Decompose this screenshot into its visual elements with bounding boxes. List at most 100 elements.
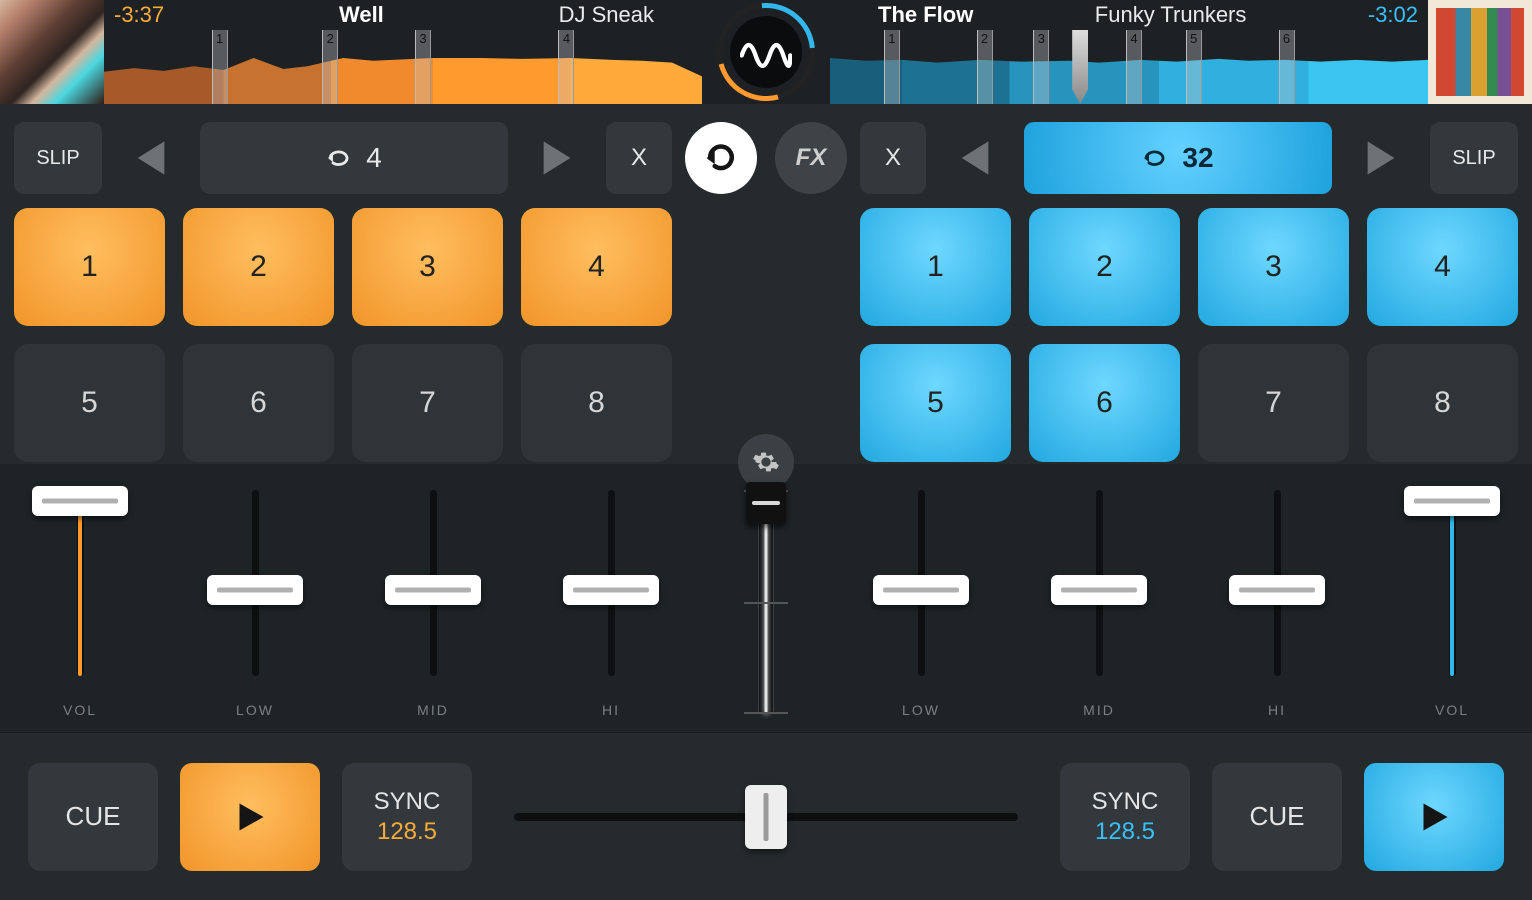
deck-a-marker-4[interactable]: 4	[558, 30, 574, 104]
vertical-crossfader-cap[interactable]	[746, 482, 786, 524]
pad-section: SLIP 4 X 12345678 FX X 32	[0, 104, 1532, 464]
deck-b-eq-mid-fader[interactable]	[1049, 482, 1149, 694]
fx-button[interactable]: FX	[775, 122, 847, 194]
deck-a-eq-low-fader[interactable]	[205, 482, 305, 694]
deck-b-volume-fader[interactable]	[1402, 482, 1502, 694]
deck-a-pad-6[interactable]: 6	[183, 344, 334, 462]
play-icon	[1416, 799, 1452, 835]
triangle-right-icon	[540, 138, 574, 178]
deck-a-pads: SLIP 4 X 12345678	[0, 104, 686, 464]
deck-b-eq-low-fader[interactable]	[871, 482, 971, 694]
deck-b-x-button[interactable]: X	[860, 122, 926, 194]
deck-a-waveform[interactable]: 1 2 3 4	[104, 30, 702, 104]
deck-a-loop-value: 4	[366, 142, 382, 174]
transport-bar: CUE SYNC 128.5 SYNC 128.5 CUE	[0, 732, 1532, 900]
deck-a-pad-8[interactable]: 8	[521, 344, 672, 462]
deck-b-pad-7[interactable]: 7	[1198, 344, 1349, 462]
deck-a-pad-2[interactable]: 2	[183, 208, 334, 326]
deck-b-pad-8[interactable]: 8	[1367, 344, 1518, 462]
deck-a-x-button[interactable]: X	[606, 122, 672, 194]
deck-b-pad-4[interactable]: 4	[1367, 208, 1518, 326]
deck-a-eq-hi-fader[interactable]	[561, 482, 661, 694]
deck-b-marker-3[interactable]: 3	[1033, 30, 1049, 104]
deck-b-title: The Flow	[878, 2, 973, 28]
deck-b-marker-6[interactable]: 6	[1279, 30, 1295, 104]
deck-a-sync-button[interactable]: SYNC 128.5	[342, 763, 472, 871]
deck-a-header: -3:37 Well DJ Sneak 1 2 3 4	[104, 0, 702, 104]
deck-b-loop-decrease[interactable]	[944, 122, 1006, 194]
deck-a-play-button[interactable]	[180, 763, 320, 871]
vertical-crossfader	[706, 482, 826, 732]
deck-b-pad-6[interactable]: 6	[1029, 344, 1180, 462]
deck-b-marker-2[interactable]: 2	[977, 30, 993, 104]
deck-b-sync-button[interactable]: SYNC 128.5	[1060, 763, 1190, 871]
deck-a-eq-low: LOW	[195, 482, 315, 732]
deck-b-loop-increase[interactable]	[1350, 122, 1412, 194]
deck-a-pad-3[interactable]: 3	[352, 208, 503, 326]
loop-icon	[326, 144, 354, 172]
deck-b-slip-button[interactable]: SLIP	[1430, 122, 1518, 194]
deck-b-marker-5[interactable]: 5	[1186, 30, 1202, 104]
deck-a-cue-button[interactable]: CUE	[28, 763, 158, 871]
deck-b-sync-bpm: 128.5	[1095, 818, 1155, 846]
deck-a-eq-mid-fader[interactable]	[383, 482, 483, 694]
loop-mode-button[interactable]	[685, 122, 757, 194]
deck-b-pad-2[interactable]: 2	[1029, 208, 1180, 326]
deck-b-playhead[interactable]	[1072, 30, 1088, 104]
deck-a-loop-button[interactable]: 4	[200, 122, 508, 194]
deck-b-eq-mid-label: MID	[1083, 702, 1115, 718]
header-bar: -3:37 Well DJ Sneak 1 2 3 4 The	[0, 0, 1532, 104]
deck-b-waveform[interactable]: 1 2 3 4 5 6	[830, 30, 1428, 104]
deck-b-volume: VOL	[1372, 482, 1532, 732]
play-icon	[232, 799, 268, 835]
deck-a-sync-bpm: 128.5	[377, 818, 437, 846]
deck-b-eq-low: LOW	[861, 482, 981, 732]
deck-b-eq-hi-fader[interactable]	[1227, 482, 1327, 694]
triangle-left-icon	[958, 138, 992, 178]
deck-b-marker-1[interactable]: 1	[884, 30, 900, 104]
deck-b-eq-low-label: LOW	[902, 702, 940, 718]
deck-a-artist: DJ Sneak	[559, 2, 654, 28]
deck-b-marker-4[interactable]: 4	[1126, 30, 1142, 104]
deck-b-vol-label: VOL	[1435, 702, 1469, 718]
deck-a-pad-1[interactable]: 1	[14, 208, 165, 326]
deck-b-pad-1[interactable]: 1	[860, 208, 1011, 326]
deck-a-marker-3[interactable]: 3	[415, 30, 431, 104]
deck-a-marker-1[interactable]: 1	[212, 30, 228, 104]
deck-b-pads: X 32 SLIP 1234 5678	[846, 104, 1532, 464]
deck-a-pad-5[interactable]: 5	[14, 344, 165, 462]
deck-b-loop-button[interactable]: 32	[1024, 122, 1332, 194]
deck-a-time-remaining: -3:37	[114, 2, 164, 28]
mixer-section: VOL LOW MID HI	[0, 464, 1532, 732]
deck-b-pad-5[interactable]: 5	[860, 344, 1011, 462]
deck-a-title: Well	[339, 2, 384, 28]
deck-a-album-art[interactable]	[0, 0, 104, 104]
deck-a-volume-fader[interactable]	[30, 482, 130, 694]
deck-b-eq: LOW MID HI	[826, 482, 1372, 732]
deck-a-eq-mid: MID	[373, 482, 493, 732]
gear-icon	[752, 448, 780, 476]
crossfader[interactable]	[514, 787, 1018, 847]
deck-b-time-remaining: -3:02	[1368, 2, 1418, 28]
deck-a-pad-7[interactable]: 7	[352, 344, 503, 462]
deck-a-vol-label: VOL	[63, 702, 97, 718]
deck-b-loop-value: 32	[1182, 142, 1213, 174]
deck-a-eq: LOW MID HI	[160, 482, 706, 732]
loop-icon	[703, 140, 739, 176]
deck-a-slip-button[interactable]: SLIP	[14, 122, 102, 194]
deck-b-album-art[interactable]	[1428, 0, 1532, 104]
deck-b-pad-3[interactable]: 3	[1198, 208, 1349, 326]
deck-a-loop-increase[interactable]	[526, 122, 588, 194]
deck-a-marker-2[interactable]: 2	[322, 30, 338, 104]
deck-a-volume: VOL	[0, 482, 160, 732]
deck-b-cue-button[interactable]: CUE	[1212, 763, 1342, 871]
crossfader-cap[interactable]	[745, 785, 787, 849]
deck-a-eq-mid-label: MID	[417, 702, 449, 718]
deck-b-play-button[interactable]	[1364, 763, 1504, 871]
deck-b-eq-mid: MID	[1039, 482, 1159, 732]
vertical-crossfader-rail[interactable]	[750, 490, 782, 714]
deck-a-pad-4[interactable]: 4	[521, 208, 672, 326]
deck-b-eq-hi: HI	[1217, 482, 1337, 732]
deck-a-loop-decrease[interactable]	[120, 122, 182, 194]
app-logo[interactable]	[702, 0, 830, 104]
